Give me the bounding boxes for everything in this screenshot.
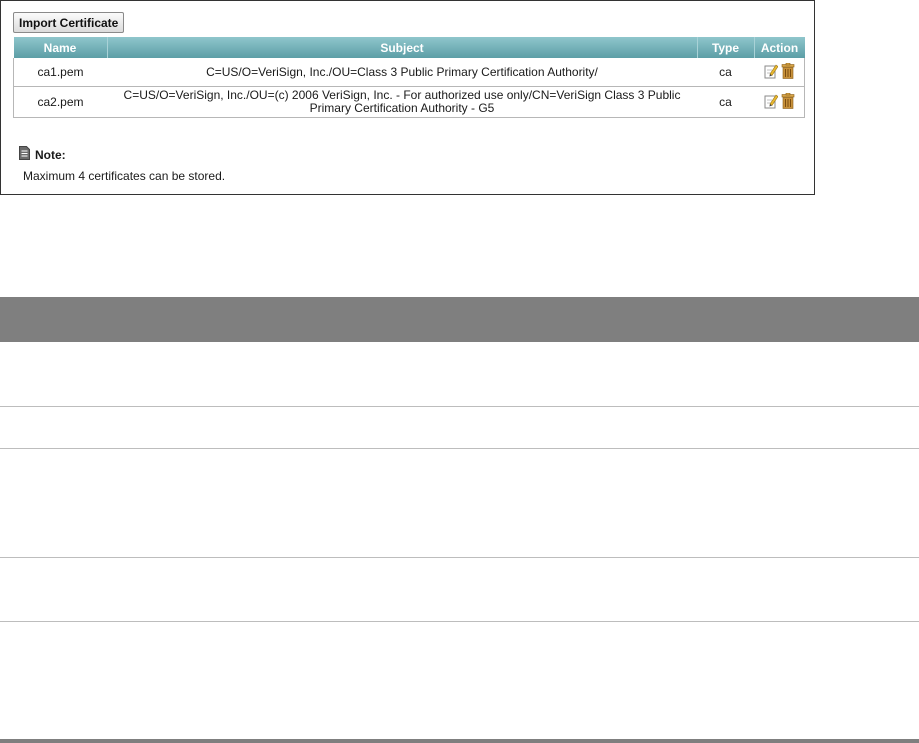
note-text: Maximum 4 certificates can be stored. <box>23 169 226 183</box>
table-header-row: Name Subject Type Action <box>13 37 805 58</box>
cell-subject: C=US/O=VeriSign, Inc./OU=Class 3 Public … <box>107 58 697 87</box>
description-row <box>0 558 919 622</box>
table-row: ca2.pem C=US/O=VeriSign, Inc./OU=(c) 200… <box>13 86 805 118</box>
column-header-subject: Subject <box>107 37 698 58</box>
description-table-footer <box>0 739 919 743</box>
note-heading: Note: <box>19 146 66 163</box>
cell-name: ca1.pem <box>13 58 107 87</box>
column-header-type: Type <box>697 37 755 58</box>
note-title: Note: <box>35 147 66 162</box>
column-header-action: Action <box>754 37 805 58</box>
document-icon <box>19 146 30 163</box>
delete-icon[interactable] <box>781 62 795 79</box>
row-actions <box>764 92 795 109</box>
table-row: ca1.pem C=US/O=VeriSign, Inc./OU=Class 3… <box>13 58 805 87</box>
field-description-table <box>0 297 919 622</box>
cell-name: ca2.pem <box>13 86 107 118</box>
delete-icon[interactable] <box>781 92 795 109</box>
cell-type: ca <box>697 58 754 87</box>
cell-subject: C=US/O=VeriSign, Inc./OU=(c) 2006 VeriSi… <box>107 86 697 118</box>
edit-icon[interactable] <box>764 93 778 109</box>
description-table-header <box>0 297 919 342</box>
certificate-panel: Import Certificate Name Subject Type Act… <box>0 0 815 195</box>
cell-type: ca <box>697 86 754 118</box>
certificate-table: Name Subject Type Action ca1.pem C=US/O=… <box>13 37 805 118</box>
row-actions <box>764 62 795 79</box>
description-row <box>0 342 919 407</box>
cell-action <box>754 86 805 118</box>
description-row <box>0 449 919 558</box>
import-certificate-button[interactable]: Import Certificate <box>13 12 125 33</box>
edit-icon[interactable] <box>764 63 778 79</box>
description-row <box>0 407 919 449</box>
cell-action <box>754 58 805 87</box>
column-header-name: Name <box>13 37 108 58</box>
